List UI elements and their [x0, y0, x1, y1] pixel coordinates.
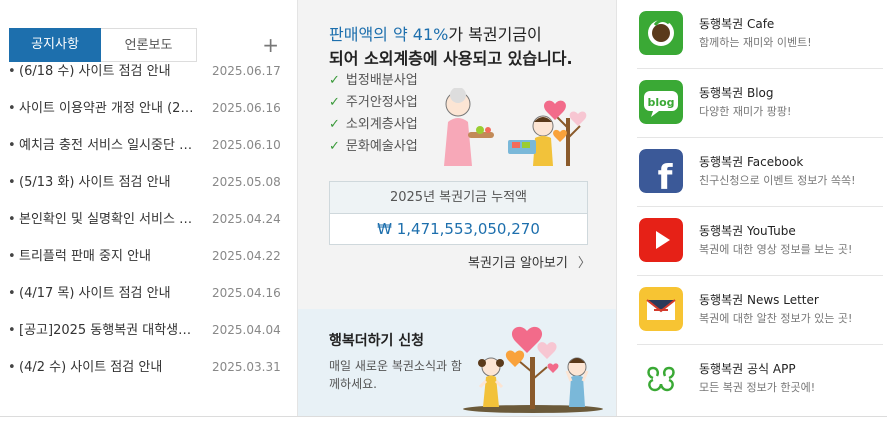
headline-pre: 판매액의 약 — [329, 25, 413, 44]
check-icon: ✓ — [329, 117, 340, 132]
sns-desc: 복권에 대한 알찬 정보가 있는 곳! — [699, 312, 853, 325]
bullet: • — [8, 175, 16, 190]
sns-item-newsletter[interactable]: 동행복권 News Letter 복권에 대한 알찬 정보가 있는 곳! — [637, 276, 883, 345]
sns-name[interactable]: 동행복권 Cafe — [699, 15, 774, 32]
category-label: 문화예술사업 — [345, 139, 418, 154]
notice-title[interactable]: (4/2 수) 사이트 점검 안내 — [19, 349, 195, 386]
category-label: 주거안정사업 — [345, 95, 418, 110]
notice-panel: 공지사항 언론보도 + • (6/18 수) 사이트 점검 안내 2025.06.1… — [0, 0, 297, 417]
notice-date: 2025.04.22 — [212, 249, 281, 263]
sns-name[interactable]: 동행복권 Blog — [699, 84, 774, 101]
check-icon: ✓ — [329, 73, 340, 88]
notice-item[interactable]: • 예치금 충전 서비스 일시중단 안내 2025.06.10 — [8, 127, 281, 164]
bullet: • — [8, 101, 16, 116]
notice-date: 2025.06.17 — [212, 64, 281, 78]
sns-panel: 동행복권 Cafe 함께하는 재미와 이벤트! blog 동행복권 Blog 다… — [617, 0, 887, 417]
blog-icon-text: blog — [647, 96, 674, 109]
notice-title[interactable]: (5/13 화) 사이트 점검 안내 — [19, 164, 195, 201]
happy-plus-title[interactable]: 행복더하기 신청 — [329, 330, 424, 350]
sns-name[interactable]: 동행복권 News Letter — [699, 291, 819, 308]
sns-name[interactable]: 동행복권 Facebook — [699, 153, 803, 170]
newsletter-icon[interactable] — [639, 287, 683, 331]
category-label: 법정배분사업 — [345, 73, 418, 88]
headline-line2: 되어 소외계층에 사용되고 있습니다. — [329, 49, 573, 68]
notice-date: 2025.06.16 — [212, 101, 281, 115]
sns-item-cafe[interactable]: 동행복권 Cafe 함께하는 재미와 이벤트! — [637, 0, 883, 69]
category-item: ✓ 주거안정사업 — [329, 92, 418, 114]
happy-plus-panel[interactable]: 행복더하기 신청 매일 새로운 복권소식과 함께하세요. — [298, 309, 616, 416]
facebook-icon-text: f — [658, 158, 674, 193]
cafe-icon[interactable] — [639, 11, 683, 55]
fund-total-amount: ₩ 1,471,553,050,270 — [377, 220, 540, 238]
notice-title[interactable]: [공고]2025 동행복권 대학생 서포터즈 — [19, 312, 195, 349]
sns-list: 동행복권 Cafe 함께하는 재미와 이벤트! blog 동행복권 Blog 다… — [637, 0, 883, 414]
notice-item[interactable]: •[공고]2025 동행복권 대학생 서포터즈 2025.04.04 — [8, 312, 281, 349]
notice-list: • (6/18 수) 사이트 점검 안내 2025.06.17 • 사이트 이용약관 … — [8, 53, 281, 386]
bullet: • — [8, 64, 16, 79]
lottery-fund-panel: 판매액의 약 41%가 복권기금이 되어 소외계층에 사용되고 있습니다. ✓ 법… — [297, 0, 617, 417]
notice-item[interactable]: • 본인확인 및 실명확인 서비스 안내 2025.04.24 — [8, 201, 281, 238]
elderly-sharing-illustration — [444, 88, 587, 166]
notice-date: 2025.04.16 — [212, 286, 281, 300]
fund-total-label: 2025년 복권기금 누적액 — [330, 182, 587, 214]
sns-desc: 함께하는 재미와 이벤트! — [699, 36, 812, 49]
notice-date: 2025.03.31 — [212, 360, 281, 374]
notice-item[interactable]: • 트리플럭 판매 중지 안내 2025.04.22 — [8, 238, 281, 275]
sns-name[interactable]: 동행복권 YouTube — [699, 222, 796, 239]
headline-pct: 41% — [412, 25, 449, 44]
fund-headline: 판매액의 약 41%가 복권기금이 되어 소외계층에 사용되고 있습니다. — [329, 23, 573, 71]
sns-item-blog[interactable]: blog 동행복권 Blog 다양한 재미가 팡팡! — [637, 69, 883, 138]
notice-date: 2025.06.10 — [212, 138, 281, 152]
divider — [0, 416, 887, 417]
notice-item[interactable]: • (6/18 수) 사이트 점검 안내 2025.06.17 — [8, 53, 281, 90]
app-icon[interactable] — [639, 356, 683, 400]
notice-date: 2025.05.08 — [212, 175, 281, 189]
notice-title[interactable]: 예치금 충전 서비스 일시중단 안내 — [19, 127, 195, 164]
notice-item[interactable]: • (4/17 목) 사이트 점검 안내 2025.04.16 — [8, 275, 281, 312]
fund-more-link[interactable]: 복권기금 알아보기 〉 — [468, 252, 591, 271]
fund-link-label[interactable]: 복권기금 알아보기 — [468, 256, 568, 271]
notice-title[interactable]: 사이트 이용약관 개정 안내 (2025.7.17) — [19, 90, 195, 127]
sns-item-app[interactable]: 동행복권 공식 APP 모든 복권 정보가 한곳에! — [637, 345, 883, 414]
blog-icon[interactable]: blog — [639, 80, 683, 124]
sns-item-facebook[interactable]: f 동행복권 Facebook 친구신청으로 이벤트 정보가 쏙쏙! — [637, 138, 883, 207]
check-icon: ✓ — [329, 95, 340, 110]
notice-title[interactable]: 트리플럭 판매 중지 안내 — [19, 238, 195, 275]
notice-item[interactable]: • (4/2 수) 사이트 점검 안내 2025.03.31 — [8, 349, 281, 386]
bullet: • — [8, 212, 16, 227]
happy-plus-desc: 매일 새로운 복권소식과 함께하세요. — [329, 359, 462, 391]
notice-item[interactable]: •사이트 이용약관 개정 안내 (2025.7.17) 2025.06.16 — [8, 90, 281, 127]
bullet: • — [8, 360, 16, 375]
category-item: ✓ 문화예술사업 — [329, 136, 418, 158]
sns-item-youtube[interactable]: 동행복권 YouTube 복권에 대한 영상 정보를 보는 곳! — [637, 207, 883, 276]
fund-categories: ✓ 법정배분사업 ✓ 주거안정사업 ✓ 소외계층사업 ✓ 문화예술사업 — [329, 70, 418, 158]
children-tree-illustration — [463, 326, 603, 413]
notice-title[interactable]: (6/18 수) 사이트 점검 안내 — [19, 53, 195, 90]
facebook-icon[interactable]: f — [639, 149, 683, 193]
notice-date: 2025.04.24 — [212, 212, 281, 226]
bullet: • — [8, 138, 16, 153]
category-label: 소외계층사업 — [345, 117, 418, 132]
fund-total-box: 2025년 복권기금 누적액 ₩ 1,471,553,050,270 — [329, 181, 588, 245]
check-icon: ✓ — [329, 139, 340, 154]
headline-post: 가 복권기금이 — [448, 25, 542, 44]
sns-desc: 모든 복권 정보가 한곳에! — [699, 381, 816, 394]
notice-title[interactable]: (4/17 목) 사이트 점검 안내 — [19, 275, 195, 312]
bullet: • — [8, 249, 16, 264]
sns-desc: 친구신청으로 이벤트 정보가 쏙쏙! — [699, 174, 856, 187]
sns-desc: 복권에 대한 영상 정보를 보는 곳! — [699, 243, 853, 256]
notice-date: 2025.04.04 — [212, 323, 281, 337]
sns-desc: 다양한 재미가 팡팡! — [699, 105, 792, 118]
bullet: • — [8, 323, 16, 338]
notice-title[interactable]: 본인확인 및 실명확인 서비스 안내 — [19, 201, 195, 238]
notice-item[interactable]: • (5/13 화) 사이트 점검 안내 2025.05.08 — [8, 164, 281, 201]
sns-name[interactable]: 동행복권 공식 APP — [699, 360, 796, 377]
youtube-icon[interactable] — [639, 218, 683, 262]
category-item: ✓ 소외계층사업 — [329, 114, 418, 136]
category-item: ✓ 법정배분사업 — [329, 70, 418, 92]
chevron-right-icon: 〉 — [577, 256, 591, 271]
bullet: • — [8, 286, 16, 301]
